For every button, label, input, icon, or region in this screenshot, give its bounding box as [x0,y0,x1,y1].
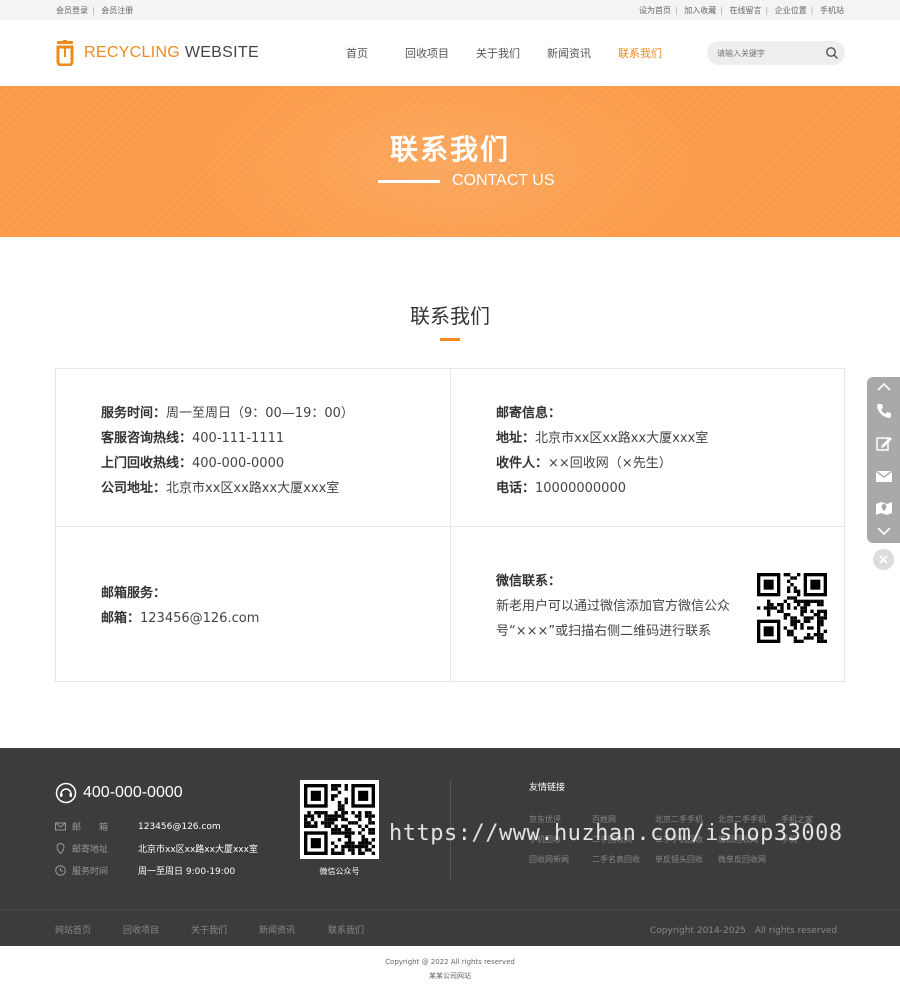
footer-nav-contact[interactable]: 联系我们 [328,923,364,936]
logo-text-website: WEBSITE [184,44,259,61]
footer-email-row: 邮 箱 123456@126.com [55,820,221,833]
footer-phone: 400-000-0000 [55,782,183,804]
search-box [707,41,845,65]
close-icon[interactable] [873,549,894,570]
email-service-cell: 邮箱服务： 邮箱：123456@126.com [101,581,259,631]
mobile-site-link[interactable]: 手机站 [820,6,844,15]
nav-about-us[interactable]: 关于我们 [476,45,520,61]
footer-hours-row: 服务时间 周一至周日 9:00-19:00 [55,864,235,877]
chevron-up-icon[interactable] [874,377,894,397]
watermark: https://www.huzhan.com/ishop33008 [389,821,843,846]
footer-qr-code [300,780,379,859]
friend-link[interactable]: 单反镜头回收 [655,854,703,865]
footer-nav-about[interactable]: 关于我们 [191,923,227,936]
mail-icon [55,822,66,831]
mail-recipient-row: 收件人：××回收网（×先生） [496,456,672,471]
mail-info-cell: 邮寄信息： 地址：北京市xx区xx路xx大厦xxx室 收件人：××回收网（×先生… [496,401,708,501]
main-nav: 首页 回收项目 关于我们 新闻资讯 联系我们 [332,20,689,86]
logo-text-recycling: RECYCLING [84,44,181,61]
header: RECYCLING WEBSITE 首页 回收项目 关于我们 新闻资讯 联系我们 [0,20,900,86]
nav-contact-us[interactable]: 联系我们 [618,45,662,61]
page-banner: 联系我们 CONTACT US [0,86,900,237]
email-service-title: 邮箱服务： [101,586,167,601]
top-bar: 会员登录 | 会员注册 设为首页 | 加入收藏 | 在线留言 | 企业位置 | 手机站 [0,0,900,20]
set-homepage-link[interactable]: 设为首页 [639,6,671,15]
chevron-down-icon[interactable] [874,521,894,541]
section-title-bar [440,338,460,341]
search-icon[interactable] [825,46,839,60]
banner-title: 联系我们 [389,133,510,166]
company-location-link[interactable]: 企业位置 [775,6,807,15]
wechat-desc-line1: 新老用户可以通过微信添加官方微信公众 [496,599,731,614]
hotline-row: 客服咨询热线：400-111-1111 [101,431,285,446]
map-icon[interactable] [874,498,894,518]
headset-icon [55,782,77,804]
nav-home[interactable]: 首页 [346,45,368,61]
location-icon [56,843,65,854]
add-favorite-link[interactable]: 加入收藏 [684,6,716,15]
section-title: 联系我们 [410,304,490,328]
banner-divider [378,179,440,183]
contact-info-grid: 服务时间：周一至周日（9：00—19：00） 客服咨询热线：400-111-11… [55,368,845,682]
friend-link[interactable]: 回收网新闻 [529,854,569,865]
email-value[interactable]: 123456@126.com [140,611,259,626]
pickup-hotline-row: 上门回收热线：400-000-0000 [101,456,285,471]
footer-nav-home[interactable]: 网站首页 [55,923,91,936]
footer-nav-projects[interactable]: 回收项目 [123,923,159,936]
wechat-title: 微信联系： [496,574,562,589]
service-info-cell: 服务时间：周一至周日（9：00—19：00） 客服咨询热线：400-111-11… [101,401,354,501]
nav-recycling-projects[interactable]: 回收项目 [405,45,449,61]
banner-subtitle: CONTACT US [378,172,555,190]
mail-icon[interactable] [874,466,894,486]
member-links: 会员登录 | 会员注册 [56,5,134,15]
mail-phone-row: 电话：10000000000 [496,481,626,496]
phone-icon[interactable] [874,401,894,421]
footer-copyright-years: Copyright 2014-2025 All rights reserved [650,926,838,936]
friend-links-title: 友情链接 [529,783,566,793]
friend-link[interactable]: 二手名表回收 [592,854,640,865]
email-row: 邮箱：123456@126.com [101,611,260,626]
edit-icon[interactable] [874,433,894,453]
footer-qr-label: 微信公众号 [319,867,360,876]
clock-icon [55,865,66,876]
wechat-cell: 微信联系： 新老用户可以通过微信添加官方微信公众 号“×××”或扫描右侧二维码进… [496,569,730,644]
online-message-link[interactable]: 在线留言 [730,6,762,15]
logo-text: RECYCLING WEBSITE [84,44,259,62]
friend-link[interactable]: 微单反回收网 [718,854,766,865]
nav-news[interactable]: 新闻资讯 [547,45,591,61]
copyright-line: Copyright @ 2022 All rights reserved [385,958,515,966]
company-name: 某某公司网站 [429,972,471,980]
footer-nav-news[interactable]: 新闻资讯 [259,923,295,936]
wechat-qr-code [757,573,827,643]
footer-address-row: 邮寄地址 北京市xx区xx路xx大厦xxx室 [55,842,258,855]
search-input[interactable] [717,48,817,58]
floating-toolbar [867,377,900,543]
footer-phone-number[interactable]: 400-000-0000 [83,784,183,802]
banner-subtitle-text: CONTACT US [452,172,555,189]
copyright: Copyright @ 2022 All rights reserved 某某公… [0,955,900,983]
member-register-link[interactable]: 会员注册 [101,6,133,15]
footer-nav: 网站首页 回收项目 关于我们 新闻资讯 联系我们 Copyright 2014-… [0,909,900,946]
site-links: 设为首页 | 加入收藏 | 在线留言 | 企业位置 | 手机站 [639,5,844,15]
trash-bin-icon [56,40,74,66]
company-address-row: 公司地址：北京市xx区xx路xx大厦xxx室 [101,481,340,496]
wechat-desc-line2: 号“×××”或扫描右侧二维码进行联系 [496,624,712,639]
mail-address-row: 地址：北京市xx区xx路xx大厦xxx室 [496,431,709,446]
member-login-link[interactable]: 会员登录 [56,6,88,15]
service-hours-row: 服务时间：周一至周日（9：00—19：00） [101,406,354,421]
site-logo[interactable]: RECYCLING WEBSITE [54,40,259,66]
mail-info-title: 邮寄信息： [496,406,562,421]
